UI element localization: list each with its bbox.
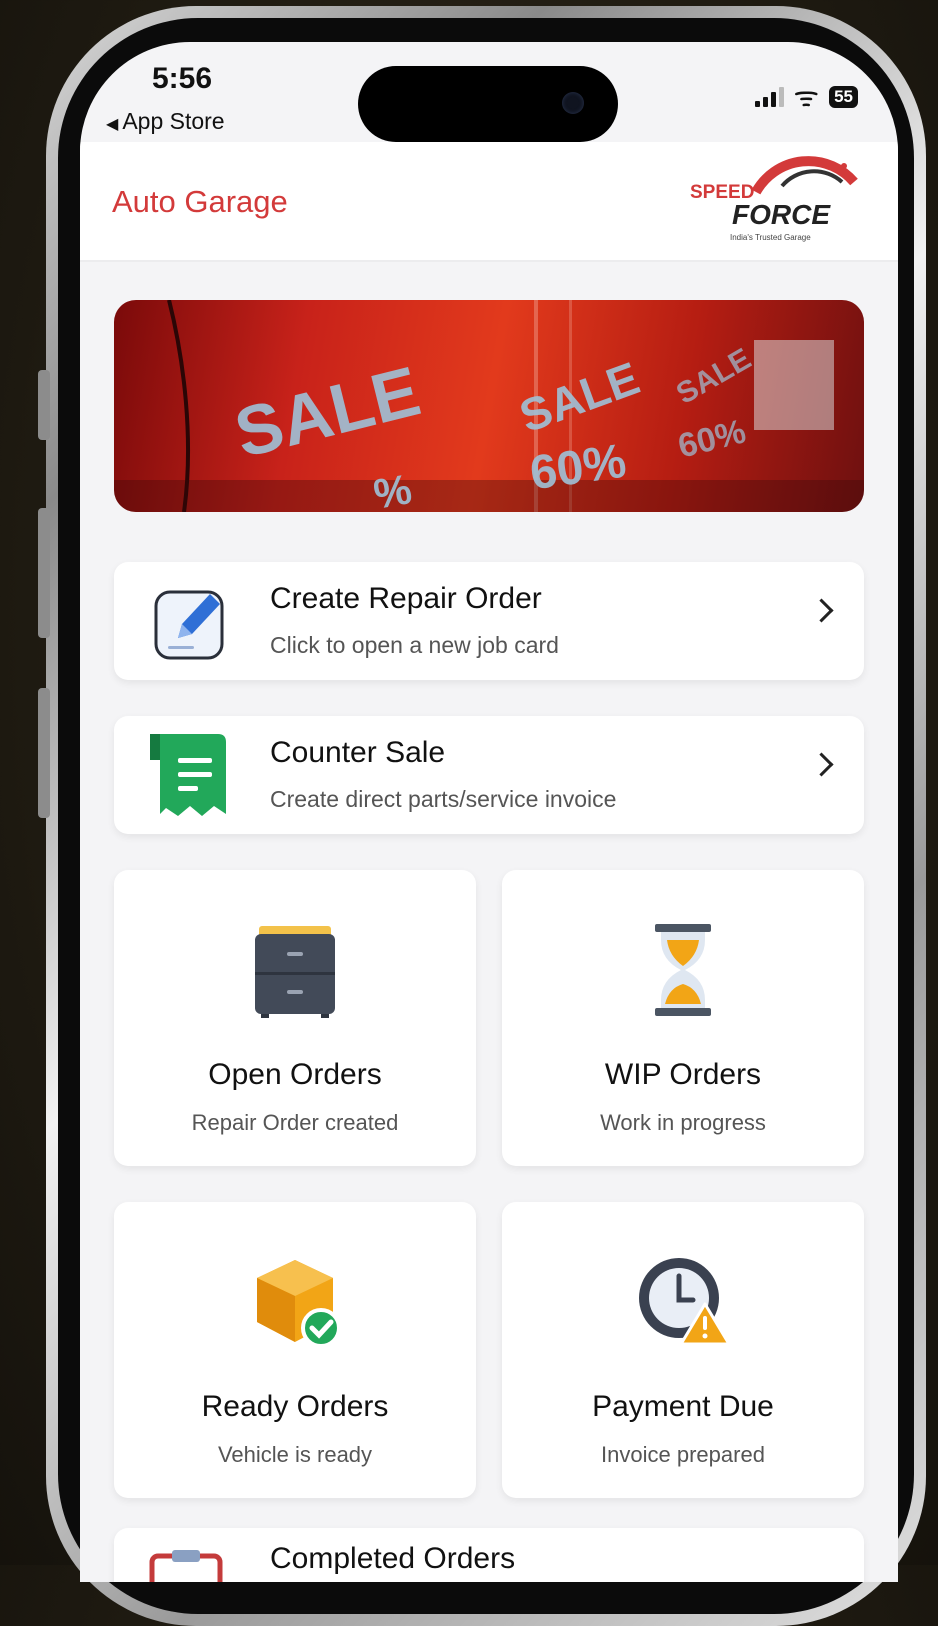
- battery-icon: 55: [829, 86, 858, 108]
- volume-down-button: [38, 688, 50, 818]
- chevron-right-icon: [809, 752, 834, 777]
- create-repair-order-card[interactable]: Create Repair Order Click to open a new …: [114, 562, 864, 680]
- completed-orders-title: Completed Orders: [270, 1542, 516, 1575]
- back-label: App Store: [122, 108, 225, 134]
- banner-graphic: [114, 300, 864, 512]
- page-title: Auto Garage: [112, 184, 288, 219]
- mute-switch: [38, 370, 50, 440]
- status-icons: ᯤ 55: [754, 80, 858, 113]
- promo-banner[interactable]: SALE SALE SALE 60% 60% %: [114, 300, 864, 512]
- wifi-icon: ᯤ: [793, 80, 820, 113]
- hourglass-icon: [655, 924, 711, 1016]
- counter-sale-title: Counter Sale: [270, 736, 446, 769]
- payment-due-title: Payment Due: [592, 1390, 774, 1423]
- ready-orders-title: Ready Orders: [201, 1390, 389, 1423]
- open-orders-title: Open Orders: [208, 1058, 382, 1091]
- volume-up-button: [38, 508, 50, 638]
- invoice-receipt-icon: [150, 734, 226, 816]
- ready-orders-subtitle: Vehicle is ready: [217, 1442, 373, 1467]
- edit-pencil-icon: [154, 590, 224, 660]
- payment-due-tile[interactable]: Payment Due Invoice prepared: [502, 1202, 864, 1498]
- clock-warning-icon: [639, 1258, 731, 1346]
- payment-due-subtitle: Invoice prepared: [601, 1442, 765, 1467]
- wip-orders-title: WIP Orders: [604, 1058, 762, 1091]
- signal-icon: [754, 87, 784, 107]
- ready-orders-tile[interactable]: Ready Orders Vehicle is ready: [114, 1202, 476, 1498]
- screen: 5:56 ◀ App Store ᯤ 55 Auto Garage SPEED F…: [80, 42, 898, 1582]
- wip-orders-tile[interactable]: WIP Orders Work in progress: [502, 870, 864, 1166]
- logo-tagline: India's Trusted Garage: [730, 233, 811, 242]
- status-time: 5:56: [152, 62, 213, 95]
- back-to-app-store[interactable]: ◀ App Store: [106, 108, 225, 135]
- open-orders-tile[interactable]: Open Orders Repair Order created: [114, 870, 476, 1166]
- counter-sale-card[interactable]: Counter Sale Create direct parts/service…: [114, 716, 864, 834]
- logo-text-bottom: FORCE: [732, 199, 831, 230]
- open-orders-subtitle: Repair Order created: [191, 1110, 399, 1135]
- create-repair-order-title: Create Repair Order: [270, 582, 542, 615]
- package-check-icon: [257, 1260, 341, 1348]
- chevron-right-icon: [809, 598, 834, 623]
- completed-clipboard-icon: [149, 1550, 223, 1582]
- completed-orders-card[interactable]: Completed Orders: [114, 1528, 864, 1582]
- back-arrow-icon: ◀: [106, 116, 119, 133]
- wip-orders-subtitle: Work in progress: [600, 1110, 766, 1135]
- app-header: Auto Garage SPEED FORCE India's Trusted …: [80, 142, 898, 262]
- speed-force-logo: SPEED FORCE India's Trusted Garage: [690, 156, 858, 242]
- camera-icon: [562, 92, 584, 114]
- counter-sale-subtitle: Create direct parts/service invoice: [270, 786, 617, 812]
- create-repair-order-subtitle: Click to open a new job card: [270, 632, 559, 658]
- dynamic-island: [358, 66, 618, 142]
- file-cabinet-icon: [255, 926, 335, 1018]
